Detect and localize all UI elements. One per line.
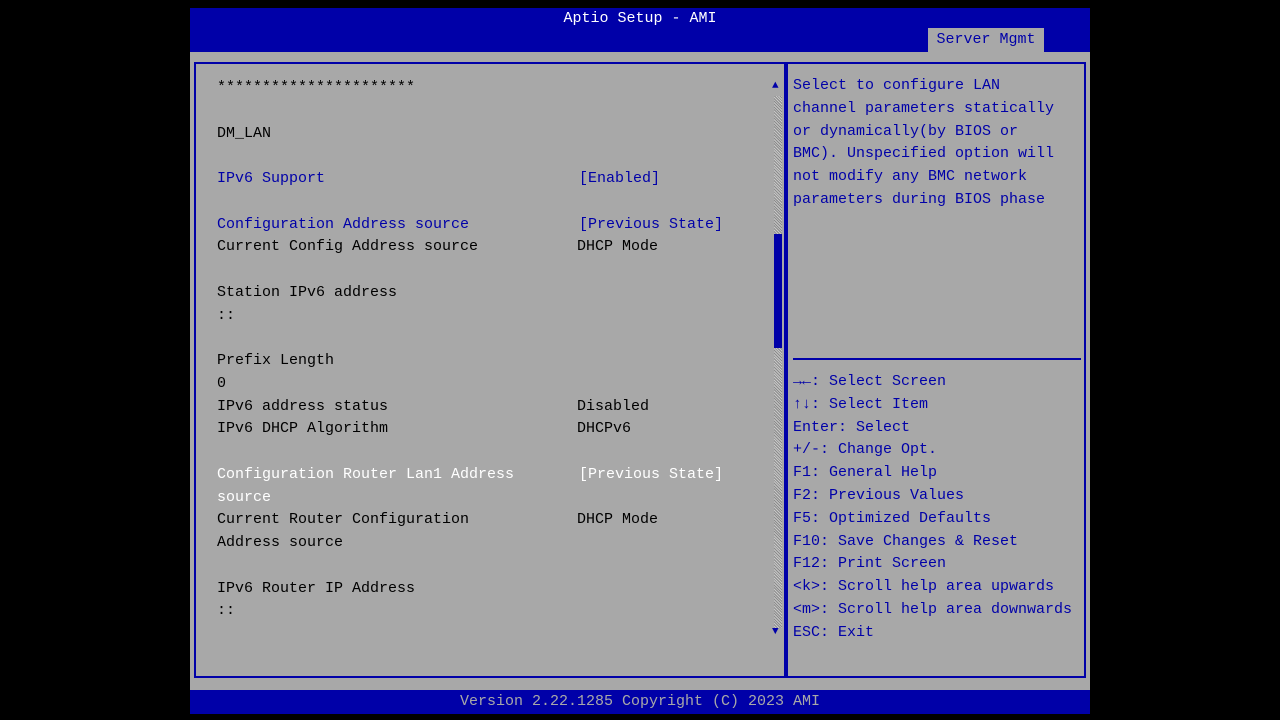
header-bar: Aptio Setup - AMI Server Mgmt [190,8,1090,52]
setting-value: DHCP Mode [577,238,659,256]
key-hint: Enter: Select [793,418,911,436]
setting-label: Station IPv6 address [217,283,398,301]
setting-row[interactable]: Configuration Address source [Previous St… [217,213,723,236]
setting-label: Configuration Address source [217,215,470,233]
setting-row: Current Config Address source DHCP Mode [217,235,658,258]
setting-label: :: [217,602,236,620]
setting-label: DM_LAN [217,124,272,142]
key-hint: ESC: Exit [793,623,875,641]
setting-value: DHCP Mode [577,511,659,529]
setting-label: IPv6 Router IP Address [217,579,416,597]
scroll-down-icon[interactable]: ▼ [772,626,779,638]
setting-row: IPv6 DHCP Algorithm DHCPv6 [217,417,631,440]
bios-window: Aptio Setup - AMI Server Mgmt **********… [190,8,1090,714]
setting-row: Station IPv6 address [217,281,397,304]
key-hint: <m>: Scroll help area downwards [793,600,1073,618]
setting-value[interactable]: [Previous State] [579,463,723,486]
app-title: Aptio Setup - AMI [563,10,717,27]
setting-label: 0 [217,374,227,392]
scrollbar[interactable] [774,96,782,628]
setting-label: Current Router Configuration [217,511,470,529]
setting-value[interactable]: [Previous State] [579,213,723,236]
setting-row: Address source [217,531,343,554]
setting-row[interactable]: source [217,486,271,509]
setting-value: Disabled [577,397,650,415]
setting-row[interactable]: IPv6 Support [Enabled] [217,167,660,190]
key-hint: <k>: Scroll help area upwards [793,578,1055,596]
setting-label: Prefix Length [217,352,335,369]
setting-value: DHCPv6 [577,420,632,438]
key-hint: F12: Print Screen [793,555,947,573]
key-hint: F10: Save Changes & Reset [793,532,1019,550]
setting-row: ********************** [217,76,415,99]
setting-label: IPv6 Support [217,170,326,187]
key-hint: F1: General Help [793,464,938,482]
setting-label: Configuration Router Lan1 Address [217,465,515,483]
setting-row: DM_LAN [217,122,271,145]
tab-server-mgmt[interactable]: Server Mgmt [928,28,1044,52]
setting-row: Current Router Configuration DHCP Mode [217,508,658,531]
setting-value[interactable]: [Enabled] [579,167,660,190]
key-hint: →←: Select Screen [793,373,947,390]
version-footer: Version 2.22.1285 Copyright (C) 2023 AMI [190,690,1090,714]
scroll-up-icon[interactable]: ▲ [772,80,779,92]
key-hint: ↑↓: Select Item [793,395,929,413]
setting-row: :: [217,304,235,327]
key-hint: F5: Optimized Defaults [793,509,992,527]
setting-label: Address source [217,534,344,551]
setting-row[interactable]: Configuration Router Lan1 Address [Previo… [217,463,723,486]
setting-label: Current Config Address source [217,238,479,256]
setting-row: Prefix Length [217,349,334,372]
scrollbar-thumb[interactable] [774,234,782,348]
setting-row: IPv6 Router IP Address [217,577,415,600]
setting-label: ********************** [217,79,416,96]
setting-row: :: [217,599,235,622]
help-text: Select to configure LAN channel paramete… [793,77,1055,208]
setting-label: :: [217,306,236,324]
setting-row: IPv6 address status Disabled [217,395,649,418]
key-hint: +/-: Change Opt. [793,441,938,459]
setting-label: source [217,488,272,506]
key-legend: →←: Select Screen ↑↓: Select Item Enter: S… [793,371,1072,645]
key-hint: F2: Previous Values [793,486,965,504]
help-separator [793,358,1081,360]
setting-label: IPv6 DHCP Algorithm [217,420,389,438]
setting-label: IPv6 address status [217,397,389,415]
setting-row: 0 [217,372,226,395]
